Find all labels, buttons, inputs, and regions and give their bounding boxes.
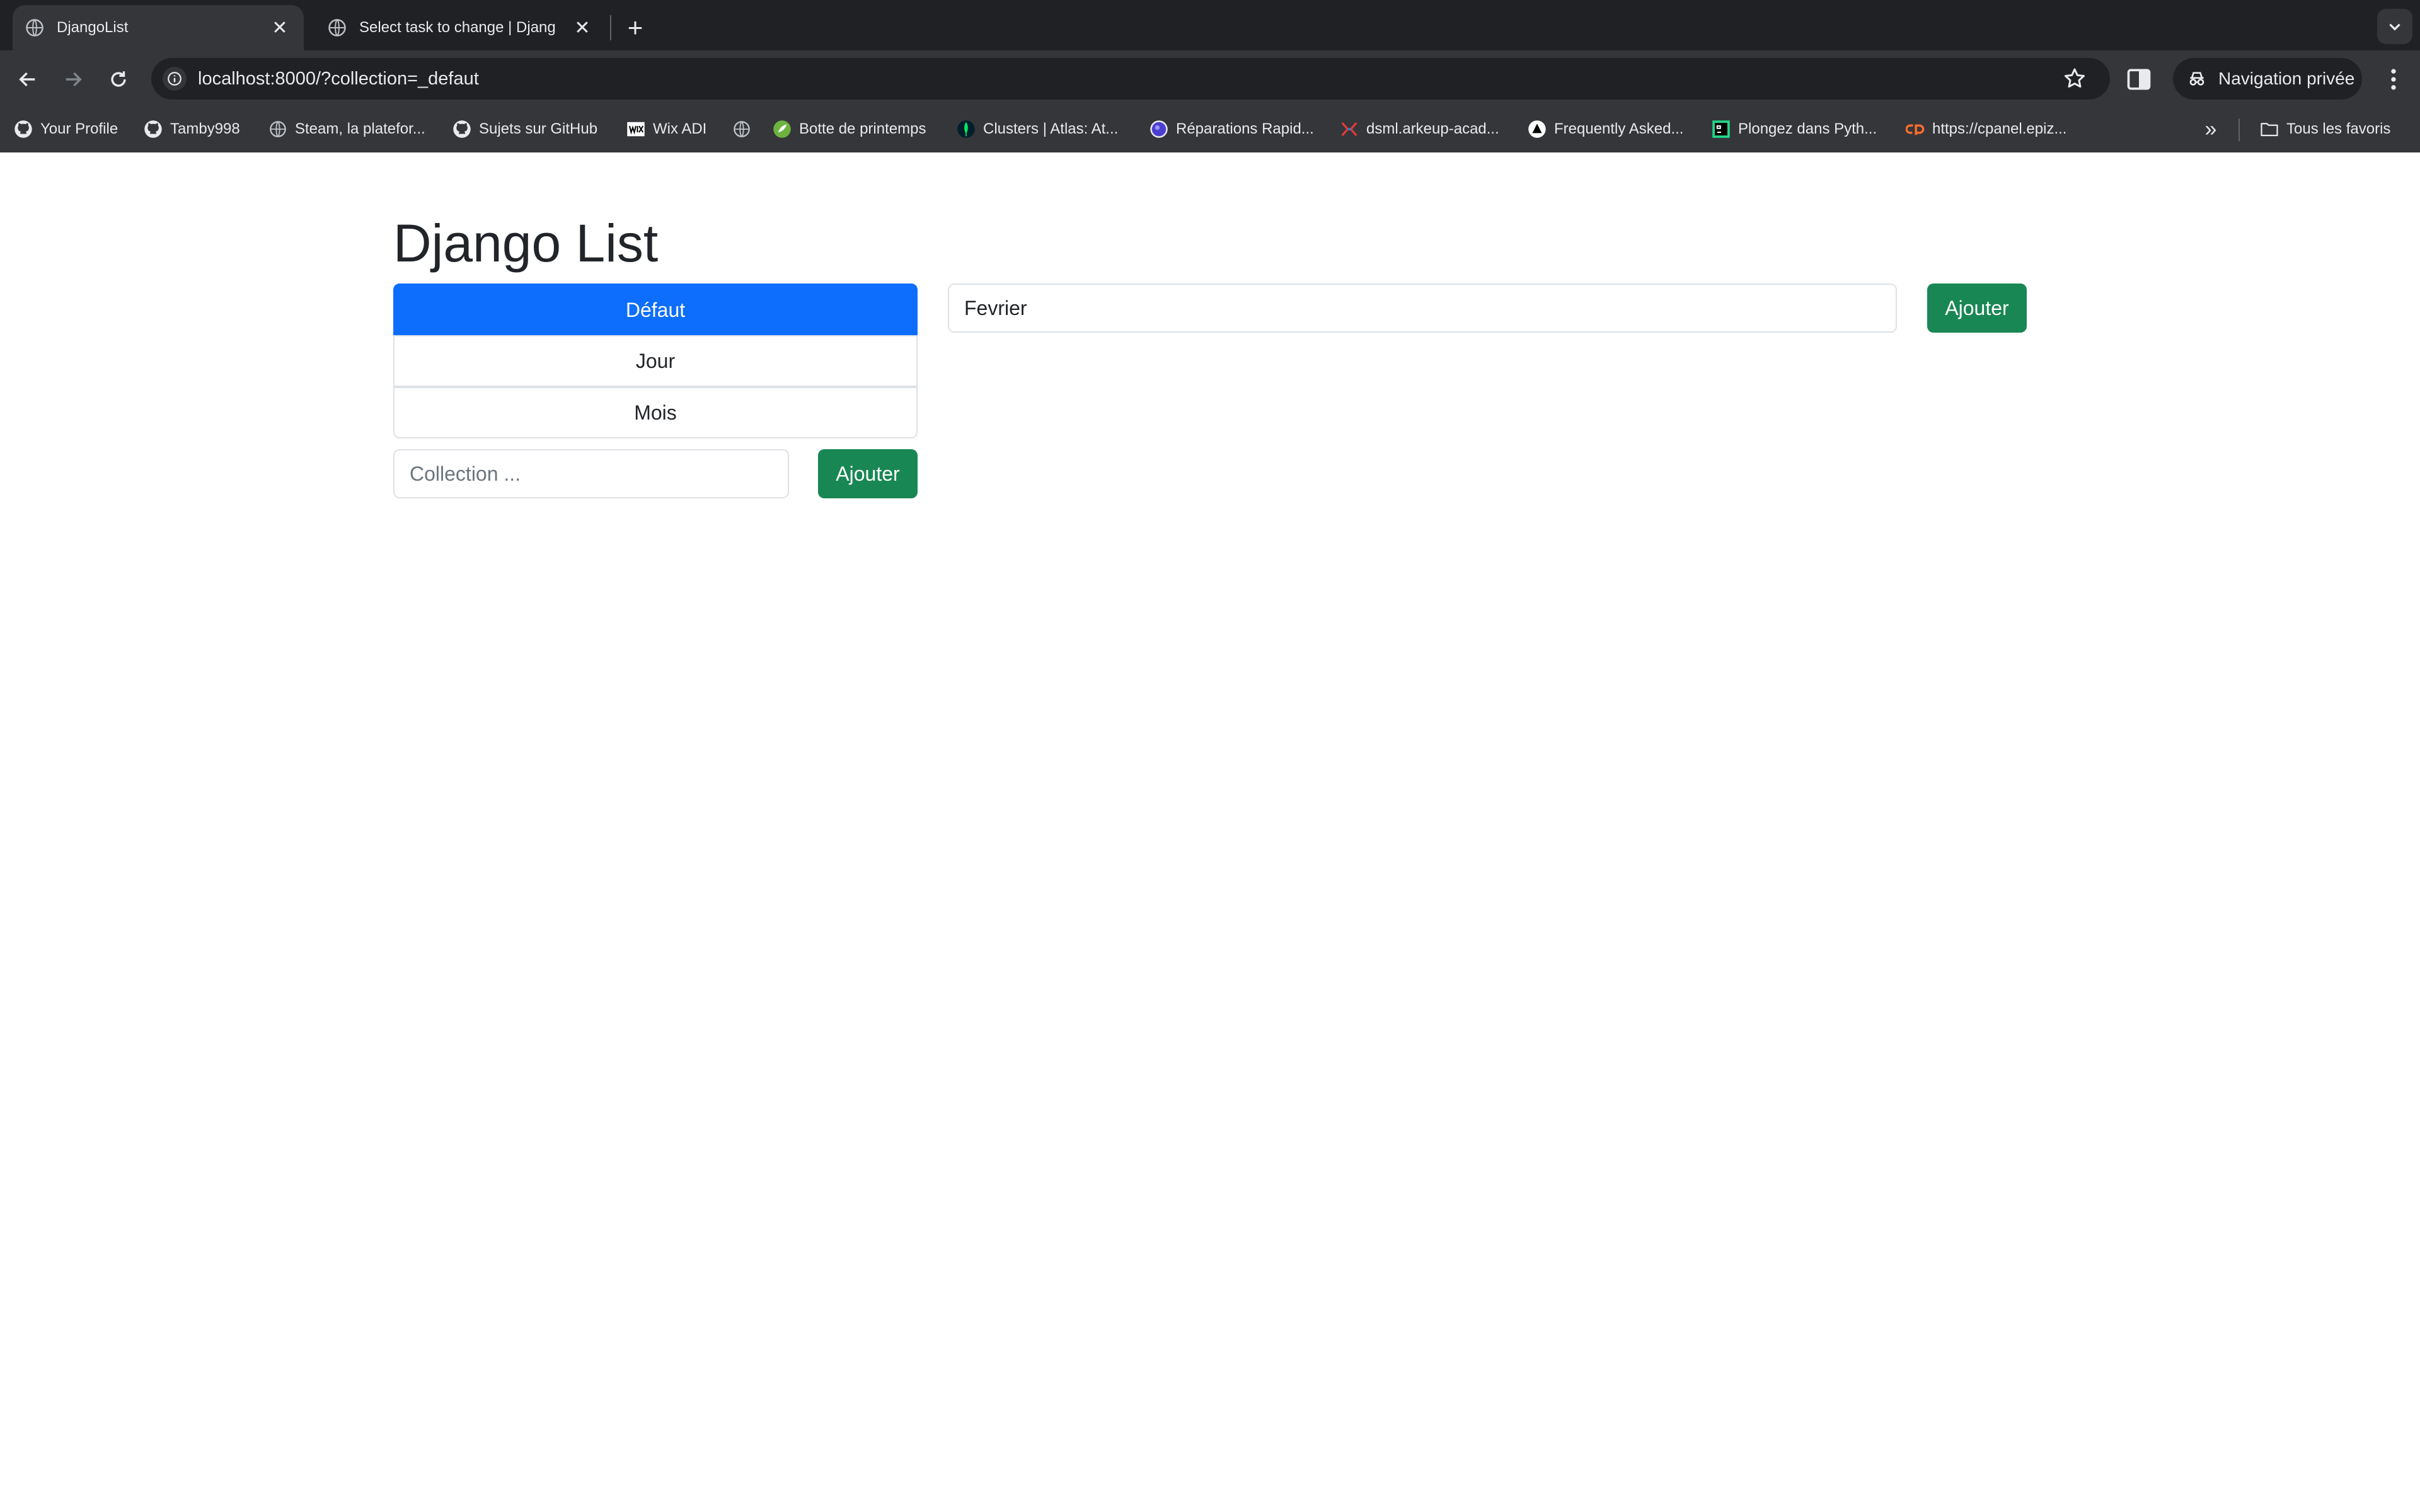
task-input[interactable] xyxy=(948,284,1897,333)
reload-button[interactable] xyxy=(103,64,134,94)
globe-icon xyxy=(26,19,43,37)
bookmark-label: Réparations Rapid... xyxy=(1176,120,1314,137)
spring-icon xyxy=(773,120,792,139)
bookmark-label: Wix ADI xyxy=(653,120,707,137)
bookmark-item[interactable]: dsml.arkeup-acad... xyxy=(1340,117,1499,141)
bookmark-label: https://cpanel.epiz... xyxy=(1932,120,2067,137)
chevron-down-icon xyxy=(2389,23,2400,31)
tab-select-task[interactable]: Select task to change | Djang ✕ xyxy=(315,5,606,50)
folder-icon xyxy=(2260,120,2279,139)
bookmark-item[interactable]: Botte de printemps xyxy=(773,117,926,141)
add-collection-button[interactable]: Ajouter xyxy=(818,449,918,498)
close-tab-icon[interactable]: ✕ xyxy=(571,16,594,39)
bookmark-label: Frequently Asked... xyxy=(1554,120,1684,137)
collection-name-input[interactable] xyxy=(393,449,789,498)
github-icon xyxy=(14,120,33,139)
bookmark-item[interactable] xyxy=(732,117,759,141)
bookmark-label: Tamby998 xyxy=(170,120,240,137)
site-info-icon[interactable] xyxy=(163,67,187,91)
arrow-left-icon xyxy=(19,72,35,87)
add-task-button[interactable]: Ajouter xyxy=(1927,284,2027,333)
bookmark-label: Plongez dans Pyth... xyxy=(1738,120,1877,137)
globe-icon xyxy=(268,120,287,139)
incognito-label: Navigation privée xyxy=(2218,69,2355,88)
incognito-icon xyxy=(2189,72,2204,86)
tab-search-button[interactable] xyxy=(2377,9,2412,44)
tab-divider xyxy=(610,15,611,40)
bookmark-label: Clusters | Atlas: At... xyxy=(983,120,1119,137)
all-bookmarks-folder[interactable]: Tous les favoris xyxy=(2260,117,2390,141)
collection-item-mois[interactable]: Mois xyxy=(393,387,918,438)
collection-item-jour[interactable]: Jour xyxy=(393,335,918,387)
kebab-menu-icon[interactable] xyxy=(2380,66,2407,93)
bookmark-label: Sujets sur GitHub xyxy=(479,120,598,137)
bookmark-item[interactable]: Tamby998 xyxy=(144,117,240,141)
address-bar[interactable]: localhost:8000/?collection=_defaut xyxy=(151,58,2110,100)
globe-icon xyxy=(328,19,346,37)
collection-item-defaut[interactable]: Défaut xyxy=(393,284,918,336)
incognito-indicator[interactable]: Navigation privée xyxy=(2173,58,2362,100)
bookmark-label: dsml.arkeup-acad... xyxy=(1366,120,1499,137)
bookmark-item[interactable]: https://cpanel.epiz... xyxy=(1906,117,2066,141)
tab-title: Select task to change | Djang xyxy=(359,19,556,36)
tab-title: DjangoList xyxy=(57,19,129,36)
triangle-logo-icon xyxy=(1528,120,1547,139)
close-tab-icon[interactable]: ✕ xyxy=(268,16,291,39)
github-icon xyxy=(144,120,163,139)
purple-orb-icon xyxy=(1150,120,1168,139)
bookmark-item[interactable]: Frequently Asked... xyxy=(1528,117,1683,141)
bookmark-label: Steam, la platefor... xyxy=(295,120,425,137)
globe-icon xyxy=(732,120,751,139)
bookmark-label: Botte de printemps xyxy=(799,120,926,137)
bookmark-item[interactable]: Réparations Rapid... xyxy=(1150,117,1314,141)
collection-label: Défaut xyxy=(625,298,686,321)
bookmark-item[interactable]: Wix ADI xyxy=(626,117,706,141)
bookmark-item[interactable]: Clusters | Atlas: At... xyxy=(957,117,1118,141)
reload-icon xyxy=(111,71,126,87)
bookmark-item[interactable]: Your Profile xyxy=(14,117,118,141)
bookmark-item[interactable]: Sujets sur GitHub xyxy=(452,117,597,141)
bookmarks-divider xyxy=(2238,118,2240,141)
github-icon xyxy=(452,120,471,139)
bookmark-label: Your Profile xyxy=(40,120,118,137)
bookmark-item[interactable]: Plongez dans Pyth... xyxy=(1712,117,1877,141)
back-button[interactable] xyxy=(13,64,43,94)
tab-djangolist[interactable]: DjangoList ✕ xyxy=(13,5,304,50)
bookmark-star-icon[interactable] xyxy=(2062,66,2087,91)
arkeup-icon xyxy=(1340,120,1359,139)
wix-icon xyxy=(626,120,645,139)
cpanel-icon xyxy=(1906,120,1925,139)
arrow-right-icon xyxy=(66,72,82,87)
page-title: Django List xyxy=(393,214,659,273)
bookmarks-overflow-icon[interactable]: » xyxy=(2199,118,2222,140)
side-panel-icon[interactable] xyxy=(2125,66,2153,93)
pycharm-icon xyxy=(1712,120,1731,139)
url-text[interactable]: localhost:8000/?collection=_defaut xyxy=(198,58,479,100)
mongodb-leaf-icon xyxy=(957,120,976,139)
new-tab-icon[interactable]: + xyxy=(619,11,652,44)
collection-label: Jour xyxy=(635,349,676,372)
forward-button[interactable] xyxy=(58,64,88,94)
collection-label: Mois xyxy=(634,401,677,424)
bookmark-item[interactable]: Steam, la platefor... xyxy=(268,117,425,141)
all-bookmarks-label: Tous les favoris xyxy=(2286,120,2391,137)
